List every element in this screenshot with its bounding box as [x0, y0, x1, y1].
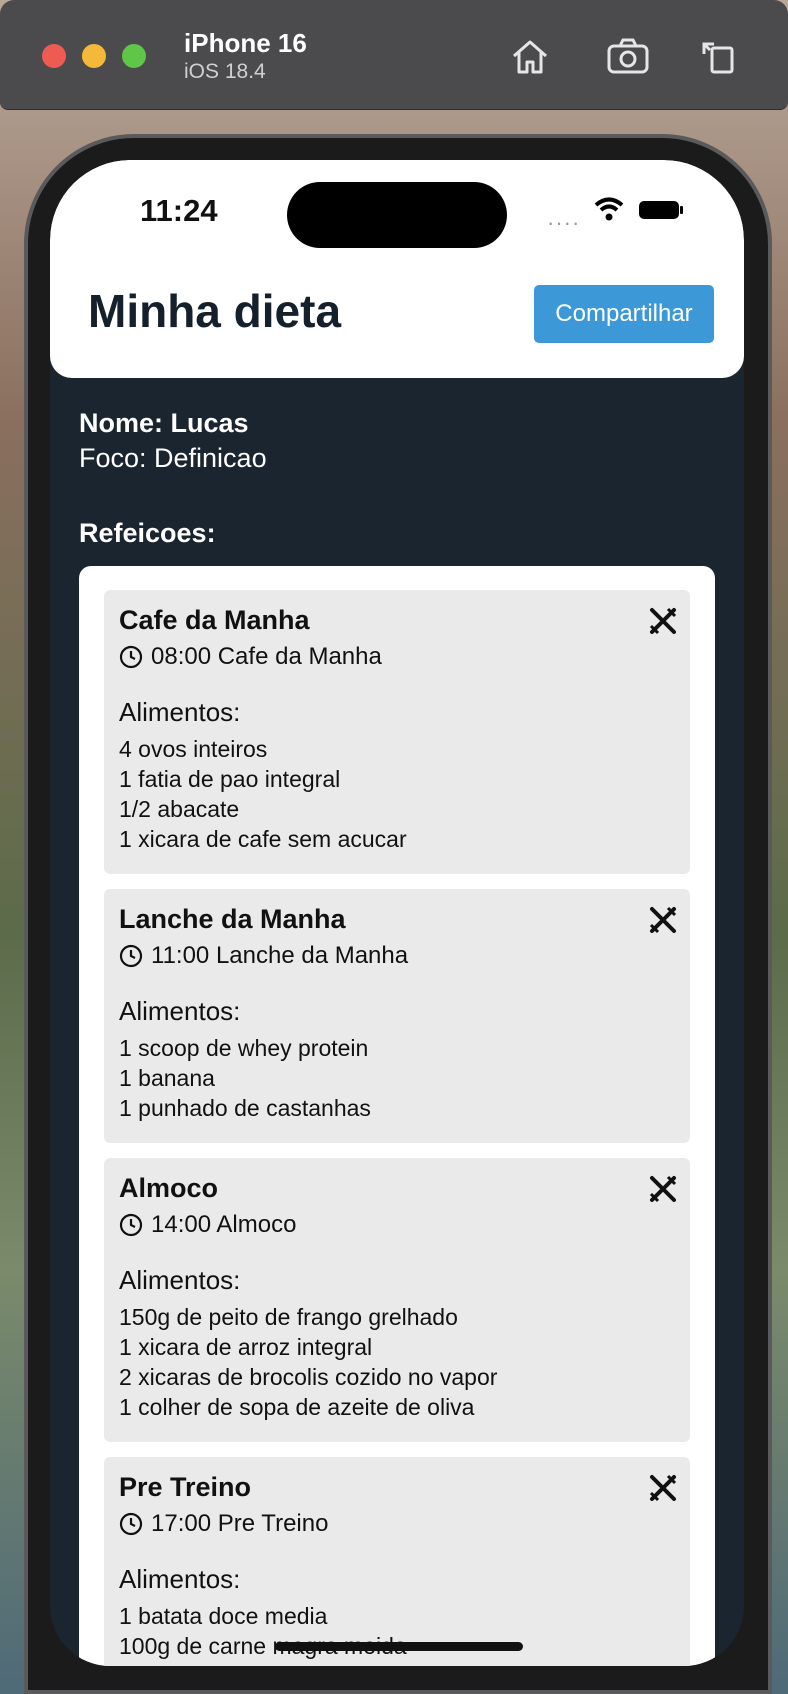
food-item: 1 fatia de pao integral [119, 766, 341, 792]
page-title: Minha dieta [88, 285, 342, 337]
home-indicator[interactable] [275, 1642, 523, 1651]
clock-icon [119, 645, 143, 669]
food-item: 2 xicaras de brocolis cozido no vapor [119, 1364, 498, 1390]
meal-time: 14:00 Almoco [119, 1210, 675, 1240]
meal-card[interactable]: Pre Treino 17:00 Pre Treino Alimentos: 1… [104, 1457, 690, 1666]
food-item: 150g de peito de frango grelhado [119, 1304, 458, 1330]
meals-heading: Refeicoes: [79, 518, 216, 548]
wifi-icon [594, 197, 624, 221]
fork-knife-icon[interactable] [648, 606, 678, 636]
food-item: 1 xicara de arroz integral [119, 1334, 373, 1360]
foods-label: Alimentos: [119, 697, 241, 727]
fork-knife-icon[interactable] [648, 1174, 678, 1204]
os-version: iOS 18.4 [184, 60, 266, 83]
clock-icon [119, 944, 143, 968]
foods-label: Alimentos: [119, 996, 241, 1026]
meal-title: Pre Treino [119, 1472, 252, 1502]
food-item: 1 colher de sopa de azeite de oliva [119, 1394, 475, 1420]
profile-focus: Foco: Definicao [79, 443, 267, 473]
clock-icon [119, 1512, 143, 1536]
rotate-icon[interactable] [696, 36, 740, 76]
meals-list: Cafe da Manha 08:00 Cafe da Manha Alimen… [79, 566, 715, 1666]
simulator-toolbar: iPhone 16 iOS 18.4 [0, 0, 788, 110]
profile-info: Nome: Lucas Foco: Definicao [79, 406, 267, 476]
meal-card[interactable]: Cafe da Manha 08:00 Cafe da Manha Alimen… [104, 590, 690, 874]
device-name: iPhone 16 [184, 28, 307, 58]
zoom-window-button[interactable] [122, 44, 146, 68]
dynamic-island [287, 182, 507, 248]
meal-title: Cafe da Manha [119, 605, 310, 635]
cellular-signal-icon: ···· [547, 210, 581, 235]
meal-title: Lanche da Manha [119, 904, 346, 934]
food-item: 1 banana [119, 1065, 215, 1091]
food-item: 1 xicara de cafe sem acucar [119, 826, 407, 852]
profile-name: Nome: Lucas [79, 408, 249, 438]
home-icon[interactable] [508, 36, 552, 76]
food-item: 4 ovos inteiros [119, 736, 268, 762]
food-item: 1/2 abacate [119, 796, 240, 822]
food-item: 1 scoop de whey protein [119, 1035, 369, 1061]
app-screen: 11:24 ···· Minha dieta Compartilhar Nome… [50, 160, 744, 1666]
screenshot-camera-icon[interactable] [606, 36, 650, 76]
clock-icon [119, 1213, 143, 1237]
fork-knife-icon[interactable] [648, 905, 678, 935]
status-time: 11:24 [140, 193, 218, 228]
food-item: 1 punhado de castanhas [119, 1095, 371, 1121]
food-item: 1 batata doce media [119, 1603, 328, 1629]
meal-time: 11:00 Lanche da Manha [119, 941, 675, 971]
minimize-window-button[interactable] [82, 44, 106, 68]
meal-time: 17:00 Pre Treino [119, 1509, 675, 1539]
battery-icon [639, 201, 683, 219]
meal-title: Almoco [119, 1173, 219, 1203]
close-window-button[interactable] [42, 44, 66, 68]
foods-label: Alimentos: [119, 1564, 241, 1594]
foods-label: Alimentos: [119, 1265, 241, 1295]
fork-knife-icon[interactable] [648, 1473, 678, 1503]
share-button[interactable]: Compartilhar [534, 285, 714, 343]
app-header: 11:24 ···· Minha dieta Compartilhar [50, 160, 744, 378]
meal-card[interactable]: Lanche da Manha 11:00 Lanche da Manha Al… [104, 889, 690, 1143]
meal-card[interactable]: Almoco 14:00 Almoco Alimentos: 150g de p… [104, 1158, 690, 1442]
meal-time: 08:00 Cafe da Manha [119, 642, 675, 672]
